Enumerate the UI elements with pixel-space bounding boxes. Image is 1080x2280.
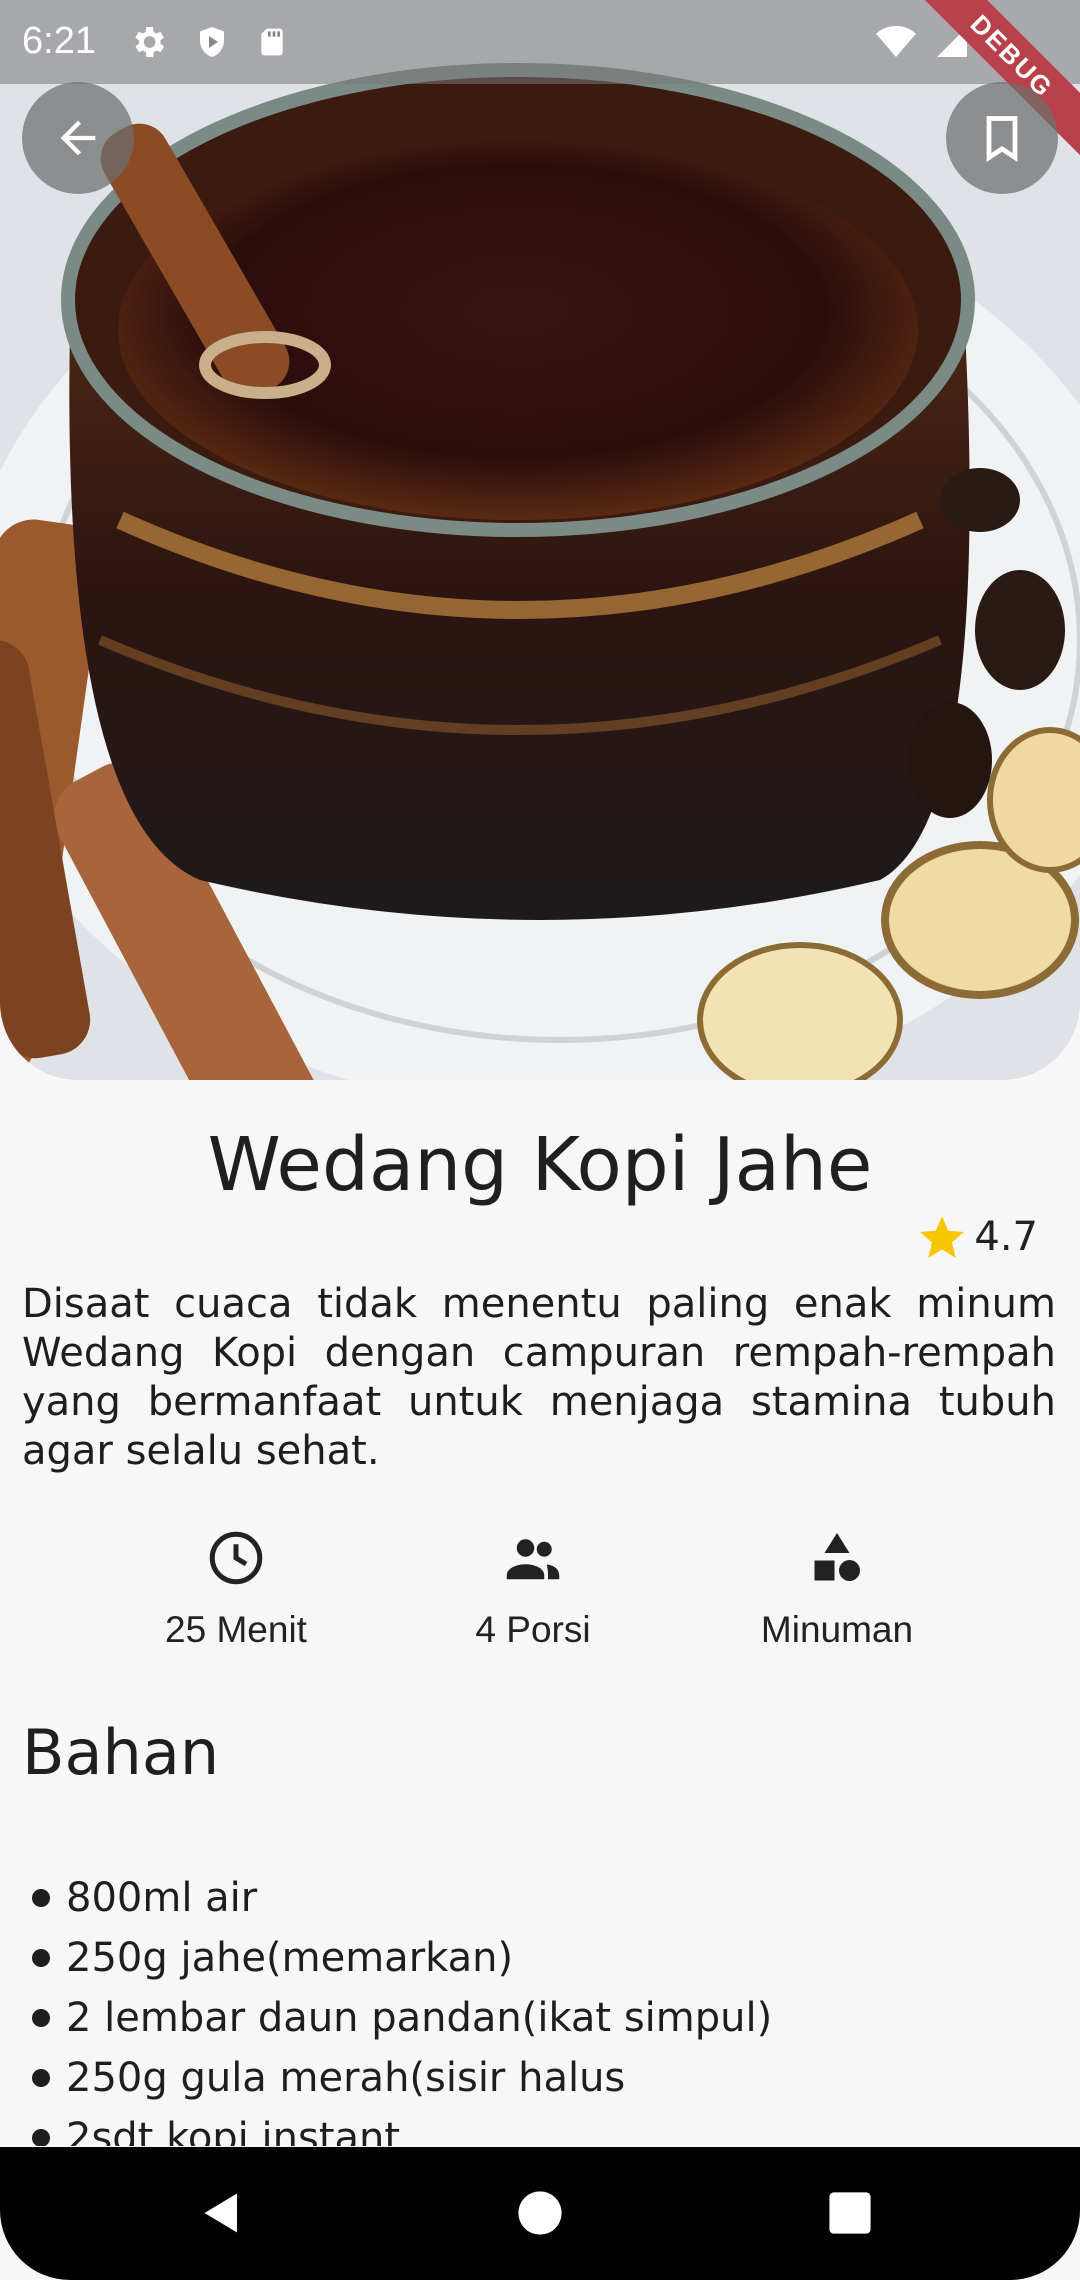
recipe-rating: 4.7 [916,1212,1038,1262]
ingredient-text: 2sdt kopi instant [66,2115,401,2146]
bullet-icon [32,1949,50,1967]
ingredient-text: 250g gula merah(sisir halus [66,2055,626,2101]
arrow-left-icon [60,120,96,156]
info-category: Minuman [707,1528,967,1651]
status-bar: 6:21 DEBUG [0,0,1080,164]
shield-play-icon [200,27,224,57]
info-duration-label: 25 Menit [165,1609,307,1650]
recipe-title: Wedang Kopi Jahe [207,1122,873,1208]
ingredient-text: 800ml air [66,1875,258,1921]
list-item: 2 lembar daun pandan(ikat simpul) [32,1988,1062,2048]
list-item: 800ml air [32,1868,1062,1928]
category-icon [814,1533,860,1581]
info-duration: 25 Menit [106,1528,366,1651]
nav-back-button[interactable] [188,2177,260,2249]
info-servings-label: 4 Porsi [475,1609,591,1650]
bullet-icon [32,2069,50,2087]
people-icon [506,1539,560,1580]
bookmark-icon [986,116,1018,162]
ingredients-list: 800ml air 250g jahe(memarkan) 2 lembar d… [32,1868,1062,2146]
bookmark-button[interactable] [946,82,1058,194]
nav-back-icon [204,2193,237,2233]
nav-recents-button[interactable] [814,2177,886,2249]
bullet-icon [32,1889,50,1907]
nav-home-icon [518,2191,562,2235]
ingredient-text: 250g jahe(memarkan) [66,1935,514,1981]
sd-card-icon [261,28,283,56]
status-icons-left [128,22,288,62]
list-item: 250g jahe(memarkan) [32,1928,1062,1988]
bullet-icon [32,2009,50,2027]
status-time: 6:21 [22,20,96,62]
ingredient-text: 2 lembar daun pandan(ikat simpul) [66,1995,773,2041]
back-button[interactable] [22,82,134,194]
ingredients-heading: Bahan [22,1716,220,1789]
settings-icon [135,27,164,57]
nav-recents-icon [829,2192,871,2234]
nav-home-button[interactable] [504,2177,576,2249]
recipe-hero-image [0,0,1080,1080]
clock-icon [209,1531,263,1585]
star-icon [920,1216,965,1258]
bullet-icon [32,2129,50,2146]
recipe-description: Disaat cuaca tidak menentu paling enak m… [22,1281,1056,1474]
list-item: 2sdt kopi instant [32,2108,1062,2146]
info-servings: 4 Porsi [403,1528,663,1651]
info-category-label: Minuman [760,1609,914,1650]
system-nav-bar [0,2147,1080,2280]
wifi-icon [876,26,916,57]
list-item: 250g gula merah(sisir halus [32,2048,1062,2108]
coffee-cup-illustration [0,0,1080,1080]
rating-value: 4.7 [974,1214,1038,1260]
